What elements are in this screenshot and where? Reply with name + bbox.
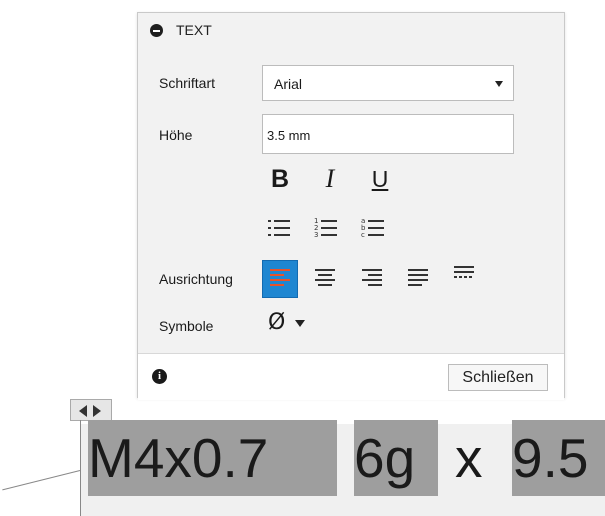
height-label: Höhe <box>159 127 193 143</box>
diameter-symbol-icon[interactable]: Ø <box>268 310 285 335</box>
align-center-icon <box>315 269 335 286</box>
align-center-button[interactable] <box>310 262 340 292</box>
arrow-left-icon <box>79 405 87 417</box>
info-icon[interactable]: i <box>152 369 167 384</box>
align-left-icon <box>270 269 290 286</box>
chevron-down-icon <box>495 81 503 87</box>
align-distributed-icon <box>454 266 474 278</box>
leader-line <box>2 470 81 491</box>
text-frame-border <box>80 420 81 516</box>
text-segment[interactable]: 9.5 <box>512 420 605 496</box>
bullet-list-button[interactable] <box>265 213 295 243</box>
text-segment[interactable]: M4x0.7 <box>88 420 337 496</box>
font-label: Schriftart <box>159 75 216 91</box>
align-right-button[interactable] <box>357 262 387 292</box>
close-button[interactable]: Schließen <box>448 364 548 391</box>
arrow-right-icon <box>93 405 101 417</box>
align-justify-button[interactable] <box>403 262 433 292</box>
align-right-icon <box>362 269 382 286</box>
svg-text:c: c <box>361 231 365 239</box>
dialog-body: Schriftart Arial Höhe 3.5 mm B I U 1 2 3 <box>138 47 564 353</box>
chevron-down-icon[interactable] <box>295 320 305 327</box>
bullet-list-icon <box>268 220 290 236</box>
align-distributed-button[interactable] <box>449 259 479 289</box>
collapse-icon[interactable] <box>150 24 163 37</box>
align-justify-icon <box>408 269 428 286</box>
dialog-footer: i Schließen <box>138 353 564 400</box>
lettered-list-button[interactable]: a b c <box>359 213 389 243</box>
numbered-list-icon: 1 2 3 <box>314 217 337 239</box>
height-input-value: 3.5 mm <box>267 128 311 143</box>
text-segment[interactable]: x <box>455 420 495 496</box>
text-dialog: TEXT Schriftart Arial Höhe 3.5 mm B I U … <box>137 12 565 400</box>
underline-button[interactable]: U <box>364 163 396 195</box>
svg-text:3: 3 <box>314 231 318 239</box>
text-segment[interactable]: 6g <box>354 420 438 496</box>
move-handle[interactable] <box>70 399 112 421</box>
height-input[interactable]: 3.5 mm <box>262 114 514 154</box>
bold-button[interactable]: B <box>264 163 296 195</box>
dialog-header: TEXT <box>138 13 564 48</box>
symbols-label: Symbole <box>159 318 214 334</box>
italic-button[interactable]: I <box>314 163 346 195</box>
align-left-button[interactable] <box>262 260 298 298</box>
alignment-label: Ausrichtung <box>159 271 233 287</box>
dialog-title: TEXT <box>176 22 212 38</box>
font-select[interactable]: Arial <box>262 65 514 101</box>
numbered-list-button[interactable]: 1 2 3 <box>312 213 342 243</box>
lettered-list-icon: a b c <box>361 217 384 239</box>
font-select-value: Arial <box>274 76 303 92</box>
